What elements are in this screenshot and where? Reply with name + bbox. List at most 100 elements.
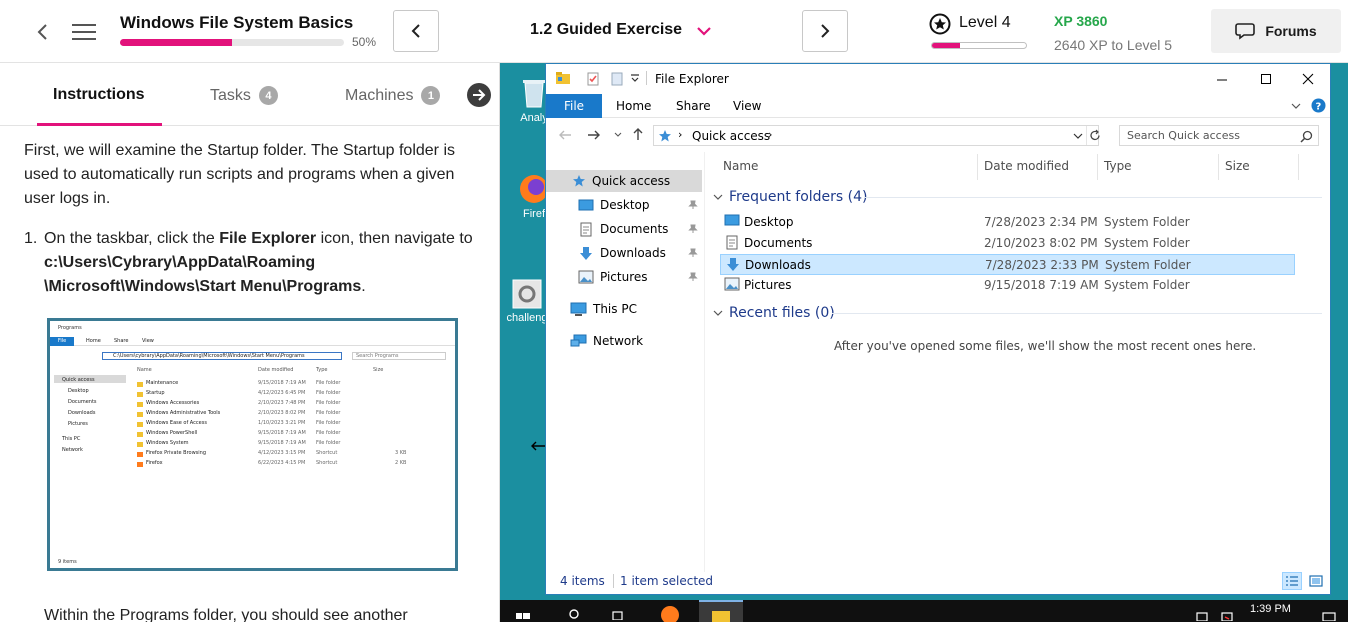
explorer-title-bar[interactable]: File Explorer (546, 64, 1330, 94)
thumb-row: Windows Ease of Access 1/10/2023 3:21 PM F… (135, 420, 455, 430)
machines-count-badge: 1 (421, 86, 441, 105)
column-name[interactable]: Name (723, 159, 758, 173)
frequent-folders-group[interactable]: Frequent folders (4) (713, 189, 868, 205)
column-separator[interactable] (977, 154, 978, 180)
table-row[interactable]: Desktop 7/28/2023 2:34 PM System Folder (720, 212, 1295, 233)
taskbar-clock[interactable]: 1:39 PM (1250, 603, 1291, 615)
menu-icon[interactable] (70, 18, 98, 46)
close-button[interactable] (1286, 64, 1330, 94)
ribbon-tab-file[interactable]: File (546, 94, 602, 118)
previous-exercise-button[interactable] (393, 10, 439, 52)
address-bar[interactable]: › Quick access › (653, 125, 1101, 146)
search-icon[interactable] (566, 604, 584, 622)
pin-icon[interactable] (688, 224, 698, 234)
thumb-folder-icon (137, 422, 143, 427)
status-selected: 1 item selected (620, 574, 714, 588)
thumb-row-name: Windows PowerShell (146, 430, 198, 436)
taskbar-firefox-icon[interactable] (658, 603, 682, 622)
thumb-row: Firefox Private Browsing 4/12/2023 3:15 P… (135, 450, 455, 460)
nav-documents-label: Documents (600, 222, 669, 236)
search-box[interactable]: Search Quick access (1119, 125, 1319, 146)
pane-splitter[interactable] (704, 152, 705, 572)
minimize-button[interactable] (1200, 64, 1244, 94)
nav-network[interactable]: Network (570, 330, 643, 352)
network-tray-icon[interactable] (1194, 606, 1212, 622)
task-view-icon[interactable] (610, 604, 628, 622)
thumb-ribbon-home: Home (86, 338, 101, 344)
nav-downloads[interactable]: Downloads (578, 242, 666, 264)
details-view-button[interactable] (1282, 572, 1302, 590)
nav-pictures[interactable]: Pictures (578, 266, 648, 288)
chevron-right-icon (821, 24, 830, 38)
breadcrumb[interactable]: Quick access (692, 129, 770, 143)
new-folder-icon[interactable] (610, 71, 624, 87)
ribbon-tab-view[interactable]: View (733, 94, 761, 118)
search-icon[interactable] (1300, 130, 1313, 143)
step-text: . (361, 278, 366, 295)
back-arrow-icon[interactable] (558, 129, 572, 141)
address-dropdown-icon[interactable] (1073, 133, 1083, 140)
thumb-row-date: 1/10/2023 3:21 PM (258, 420, 306, 426)
table-row[interactable]: Documents 2/10/2023 8:02 PM System Folder (720, 233, 1295, 254)
column-size[interactable]: Size (1225, 159, 1250, 173)
nav-this-pc[interactable]: This PC (570, 298, 637, 320)
breadcrumb-chevron[interactable]: › (768, 128, 772, 141)
folder-icon (712, 611, 730, 622)
nav-desktop[interactable]: Desktop (578, 194, 650, 216)
pin-icon[interactable] (688, 272, 698, 282)
status-bar: 4 items 1 item selected (560, 574, 713, 588)
thumb-row-name: Startup (146, 390, 165, 396)
nav-documents[interactable]: Documents (578, 218, 668, 240)
column-type[interactable]: Type (1104, 159, 1132, 173)
tabs-scroll-right-button[interactable] (467, 83, 491, 107)
quick-access-toolbar-dropdown-icon[interactable] (630, 73, 640, 83)
taskbar-file-explorer-button[interactable] (699, 600, 743, 622)
next-exercise-button[interactable] (802, 10, 848, 52)
forward-arrow-icon[interactable] (587, 129, 601, 141)
refresh-icon[interactable] (1089, 129, 1101, 142)
column-date-modified[interactable]: Date modified (984, 159, 1069, 173)
large-icons-view-button[interactable] (1306, 572, 1326, 590)
thumb-col-type: Type (316, 367, 328, 373)
properties-icon[interactable] (586, 71, 600, 87)
tab-machines[interactable]: Machines 1 (345, 86, 441, 105)
course-title: Windows File System Basics (120, 13, 354, 32)
row-name: Pictures (744, 278, 792, 292)
column-separator[interactable] (1298, 154, 1299, 180)
thumb-row-name: Firefox (146, 460, 163, 466)
ribbon-tab-home[interactable]: Home (616, 94, 651, 118)
notification-tray-icon[interactable] (1218, 606, 1236, 622)
exercise-dropdown-icon[interactable] (696, 24, 712, 38)
tab-tasks[interactable]: Tasks 4 (210, 86, 278, 105)
thumb-nav-item: Documents (68, 399, 97, 405)
file-explorer-window[interactable]: File Explorer File Home Share View ? › Q… (545, 63, 1331, 595)
documents-icon (724, 235, 740, 253)
help-icon[interactable]: ? (1311, 98, 1326, 113)
thumb-row-size: 2 KB (395, 460, 407, 466)
ribbon-tab-share[interactable]: Share (676, 94, 711, 118)
recent-locations-icon[interactable] (614, 132, 622, 138)
forums-button[interactable]: Forums (1211, 9, 1341, 53)
up-arrow-icon[interactable] (632, 127, 644, 141)
tab-instructions[interactable]: Instructions (53, 86, 145, 104)
nav-quick-access[interactable]: Quick access (572, 170, 670, 192)
pin-icon[interactable] (688, 200, 698, 210)
downloads-arrow-icon (725, 257, 741, 275)
recent-files-group[interactable]: Recent files (0) (713, 305, 835, 321)
thumb-row-type: File folder (316, 410, 341, 416)
maximize-button[interactable] (1244, 64, 1288, 94)
column-separator[interactable] (1097, 154, 1098, 180)
table-row[interactable]: Downloads 7/28/2023 2:33 PM System Folder (720, 254, 1295, 275)
chevron-left-icon (411, 24, 420, 38)
column-separator[interactable] (1218, 154, 1219, 180)
table-row[interactable]: Pictures 9/15/2018 7:19 AM System Folder (720, 275, 1295, 296)
pin-icon[interactable] (688, 248, 698, 258)
expand-ribbon-icon[interactable] (1291, 102, 1301, 110)
start-icon[interactable] (514, 604, 532, 622)
thumb-folder-icon (137, 442, 143, 447)
action-center-icon[interactable] (1320, 606, 1338, 622)
panel-tabs: Instructions Tasks 4 Machines 1 (0, 63, 499, 126)
exercise-title[interactable]: 1.2 Guided Exercise (530, 21, 682, 39)
thumb-ribbon-share: Share (114, 338, 129, 344)
back-chevron-icon[interactable] (30, 20, 54, 44)
